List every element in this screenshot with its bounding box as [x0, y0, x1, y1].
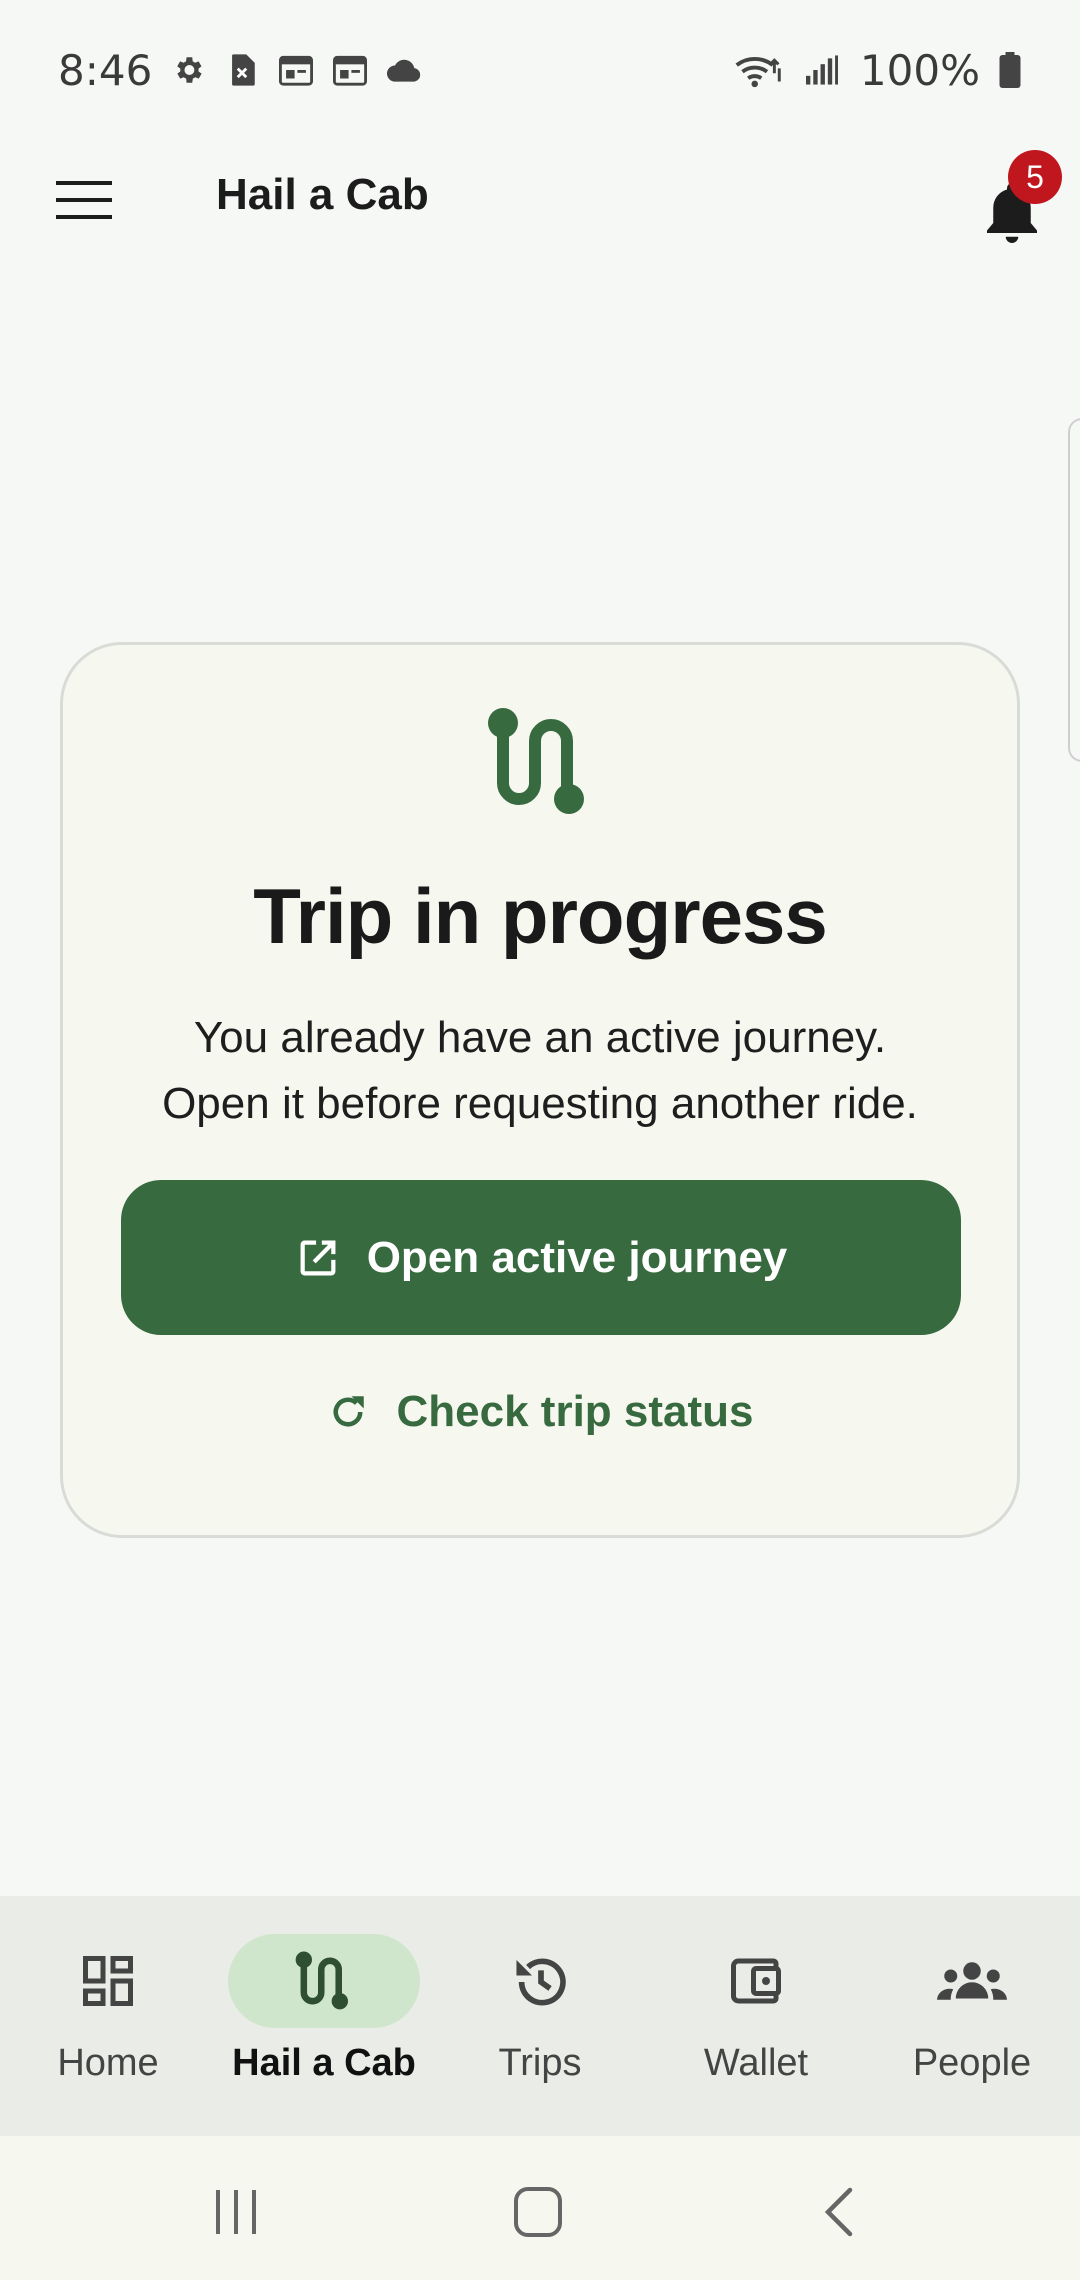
- status-time: 8:46: [58, 45, 153, 95]
- status-right: 100%: [732, 46, 1022, 95]
- open-active-journey-button[interactable]: Open active journey: [121, 1180, 961, 1335]
- nav-item-wallet[interactable]: Wallet: [648, 1896, 864, 2136]
- battery-icon: [998, 52, 1022, 88]
- page-title: Hail a Cab: [216, 170, 429, 219]
- open-external-icon: [295, 1235, 341, 1281]
- settings-gear-icon: [170, 52, 206, 88]
- cloud-icon: [386, 52, 422, 88]
- bottom-navigation: Home Hail a Cab Trips Wallet People: [0, 1896, 1080, 2136]
- sim-blocked-icon: [224, 52, 260, 88]
- trip-in-progress-card: Trip in progress You already have an act…: [60, 642, 1020, 1538]
- route-icon: [485, 707, 595, 817]
- back-icon[interactable]: [812, 2184, 872, 2240]
- nav-item-trips[interactable]: Trips: [432, 1896, 648, 2136]
- signal-icon: [802, 52, 842, 88]
- check-trip-status-label: Check trip status: [396, 1387, 754, 1436]
- nav-label-trips: Trips: [498, 2042, 582, 2084]
- calendar-icon-2: [332, 52, 368, 88]
- app-bar: Hail a Cab: [0, 140, 1080, 260]
- nav-item-people[interactable]: People: [864, 1896, 1080, 2136]
- status-left: 8:46: [58, 46, 422, 95]
- check-trip-status-button[interactable]: Check trip status: [63, 1367, 1017, 1457]
- open-active-journey-label: Open active journey: [366, 1232, 788, 1282]
- nav-label-home: Home: [57, 2042, 159, 2084]
- system-navigation-bar: [0, 2136, 1080, 2280]
- refresh-icon: [327, 1391, 369, 1433]
- wallet-icon: [726, 1951, 786, 2011]
- hamburger-menu-icon[interactable]: [50, 170, 118, 230]
- route-icon: [294, 1951, 354, 2011]
- home-icon[interactable]: [508, 2184, 568, 2240]
- edge-panel-handle[interactable]: [1068, 418, 1080, 762]
- description-line-1: You already have an active journey.: [193, 1013, 887, 1062]
- people-icon: [934, 1951, 1010, 2011]
- nav-label-hail-a-cab: Hail a Cab: [232, 2042, 416, 2084]
- history-icon: [510, 1951, 570, 2011]
- nav-item-hail-a-cab[interactable]: Hail a Cab: [216, 1896, 432, 2136]
- dashboard-icon: [78, 1951, 138, 2011]
- recent-apps-icon[interactable]: [206, 2184, 266, 2240]
- calendar-icon: [278, 52, 314, 88]
- card-title: Trip in progress: [253, 872, 827, 960]
- status-bar: 8:46 100%: [0, 0, 1080, 140]
- wifi-icon: [732, 52, 784, 88]
- description-line-2: Open it before requesting another ride.: [162, 1079, 918, 1128]
- nav-item-home[interactable]: Home: [0, 1896, 216, 2136]
- nav-label-wallet: Wallet: [703, 2042, 809, 2084]
- notification-count-badge: 5: [1008, 150, 1062, 204]
- card-description: You already have an active journey. Open…: [63, 1005, 1017, 1137]
- nav-label-people: People: [912, 2042, 1032, 2084]
- battery-percentage: 100%: [859, 45, 980, 95]
